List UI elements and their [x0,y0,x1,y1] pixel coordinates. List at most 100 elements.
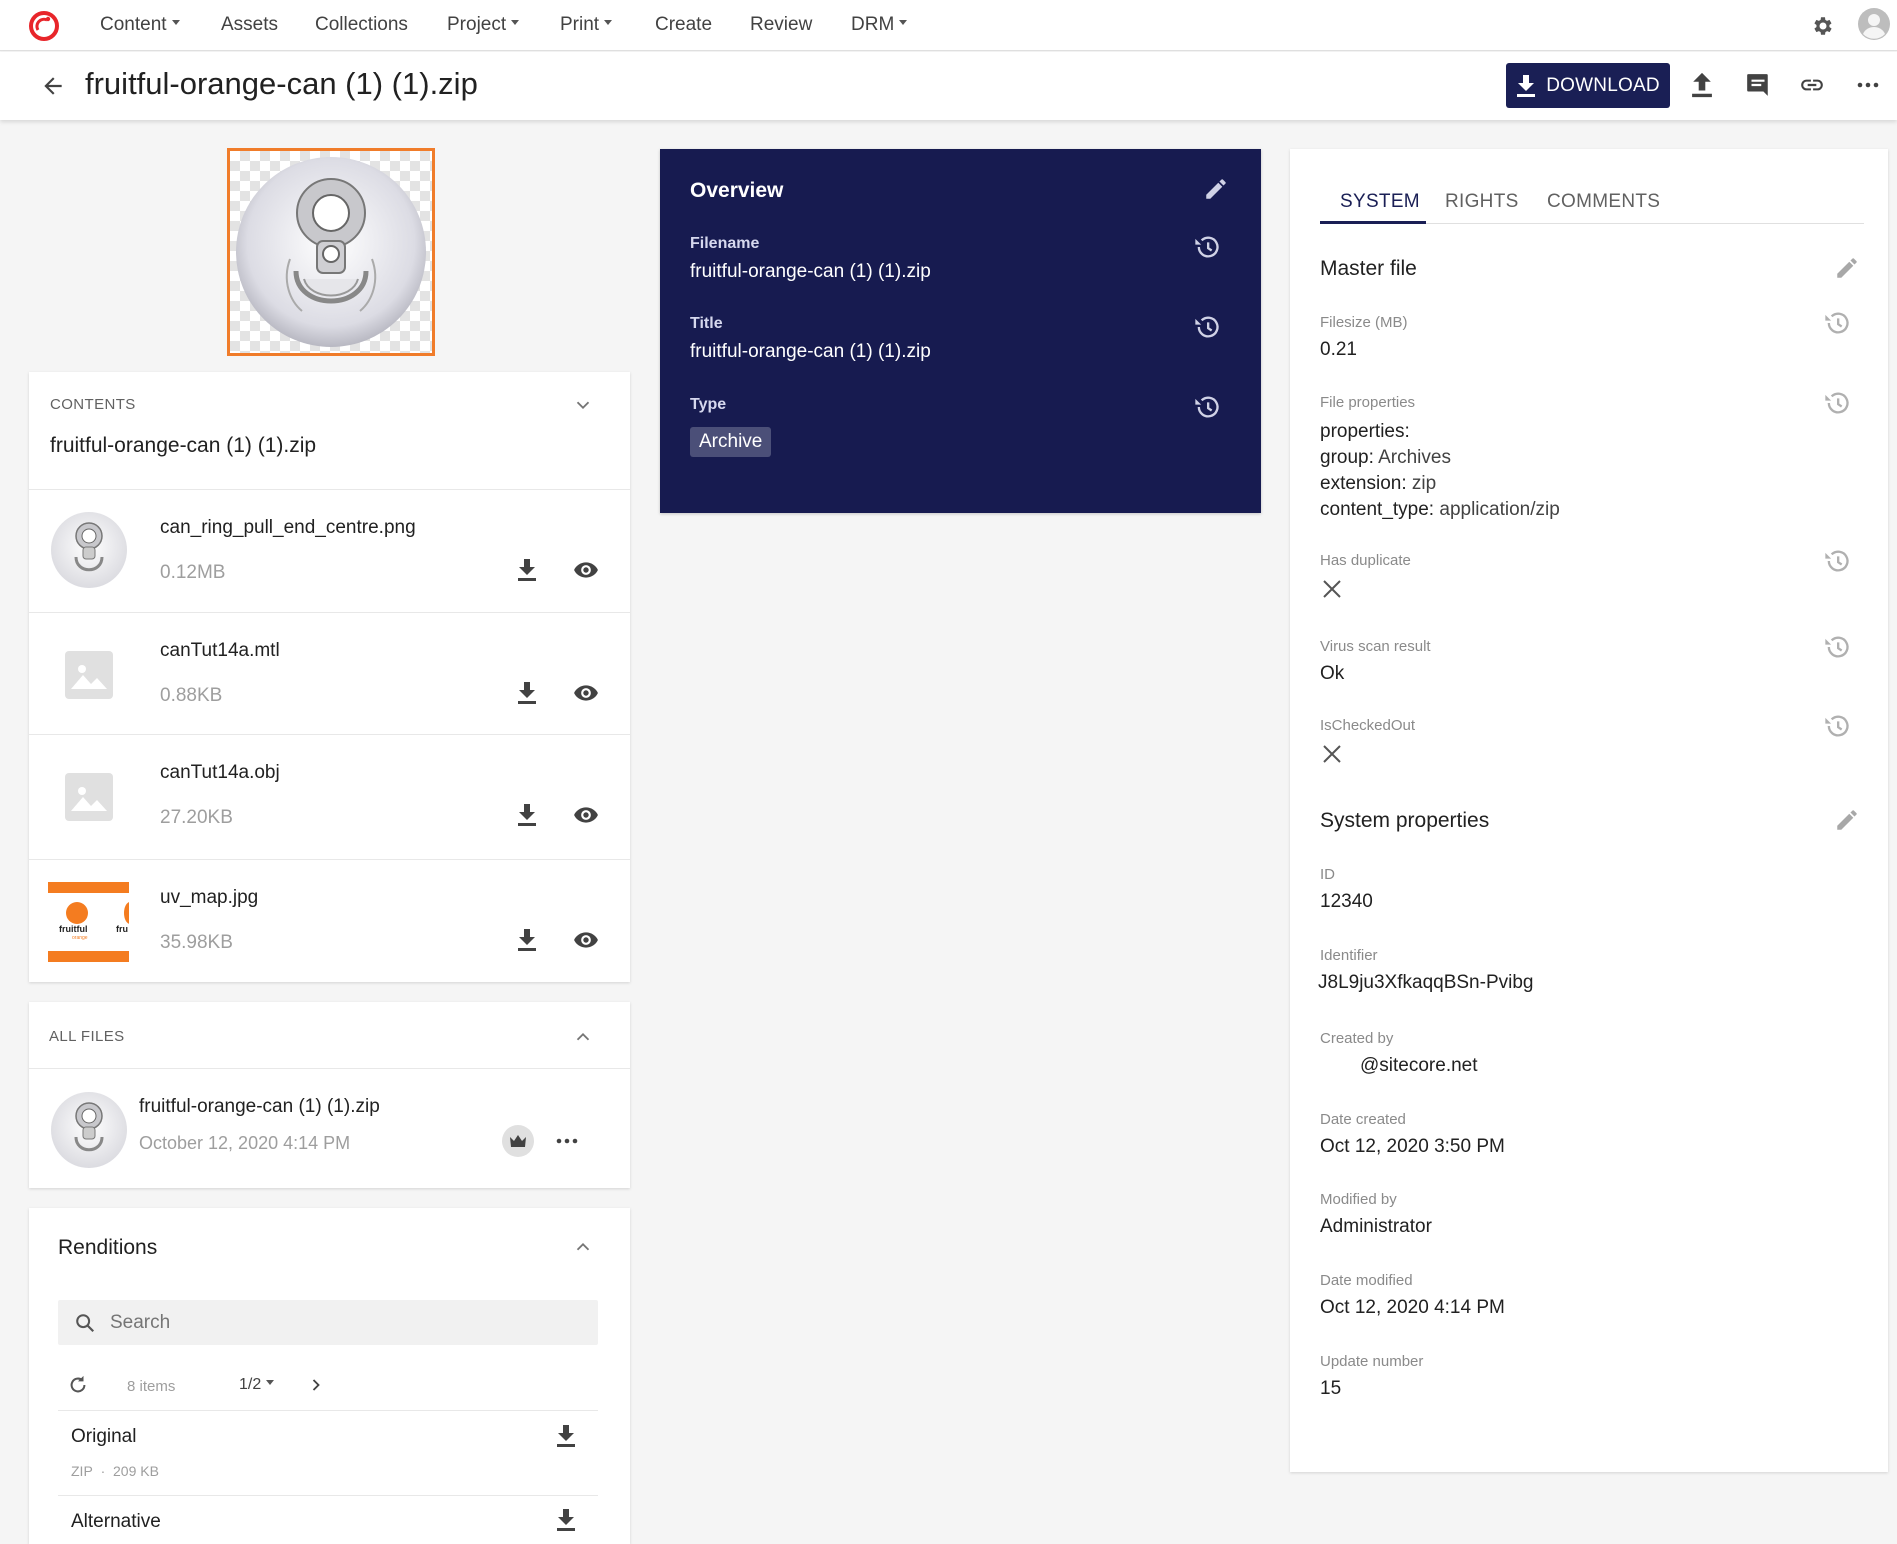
filename-label: Filename [690,235,760,252]
search-icon [74,1312,96,1334]
renditions-count: 8 items [127,1378,176,1395]
identifier-label: Identifier [1320,947,1378,964]
list-item[interactable]: canTut14a.mtl 0.88KB [29,613,630,735]
download-icon[interactable] [517,681,537,705]
date-modified-value: Oct 12, 2020 4:14 PM [1320,1297,1505,1318]
download-icon[interactable] [517,558,537,582]
virus-scan-value: Ok [1320,663,1345,684]
file-name: can_ring_pull_end_centre.png [160,517,416,538]
edit-pencil-icon[interactable] [1203,176,1229,202]
details-panel: SYSTEM RIGHTS COMMENTS Master file Files… [1290,149,1888,1472]
edit-pencil-icon[interactable] [1834,255,1860,281]
nav-item-drm[interactable]: DRM [851,14,908,36]
nav-item-collections[interactable]: Collections [315,14,408,36]
upload-icon[interactable] [1691,72,1713,98]
can-ring-pull-image [236,157,426,347]
gear-icon[interactable] [1810,14,1834,38]
chevron-up-icon[interactable] [572,1236,594,1258]
master-file-name[interactable]: fruitful-orange-can (1) (1).zip [139,1096,380,1118]
history-icon[interactable] [1823,389,1851,417]
created-by-label: Created by [1320,1030,1394,1047]
file-thumbnail[interactable] [51,1092,127,1168]
history-icon[interactable] [1193,233,1221,261]
id-label: ID [1320,866,1335,883]
history-icon[interactable] [1823,712,1851,740]
renditions-card: Renditions 8 items 1/2 Original ZIP · 20… [29,1208,630,1544]
overview-title: Overview [690,179,784,202]
chevron-down-icon [266,1380,275,1386]
date-created-value: Oct 12, 2020 3:50 PM [1320,1136,1505,1157]
list-item[interactable]: canTut14a.obj 27.20KB [29,735,630,859]
download-button[interactable]: DOWNLOAD [1506,63,1670,108]
download-icon[interactable] [556,1424,576,1448]
file-size: 0.88KB [160,685,223,706]
asset-thumbnail[interactable] [227,148,435,356]
history-icon[interactable] [1823,547,1851,575]
comment-icon[interactable] [1745,72,1771,98]
history-icon[interactable] [1193,393,1221,421]
search-input[interactable] [110,1300,580,1345]
renditions-search[interactable] [58,1300,598,1345]
list-item[interactable]: can_ring_pull_end_centre.png 0.12MB [29,490,630,612]
history-icon[interactable] [1823,633,1851,661]
filename-value: fruitful-orange-can (1) (1).zip [690,261,931,282]
top-navigation-bar [0,0,1897,51]
link-icon[interactable] [1798,72,1826,98]
chevron-down-icon [171,20,180,26]
more-options-icon[interactable] [555,1132,579,1150]
chevron-right-icon[interactable] [306,1375,326,1395]
nav-item-print[interactable]: Print [560,14,613,36]
type-badge: Archive [690,427,772,457]
overview-card: Overview Filename fruitful-orange-can (1… [660,149,1261,513]
contents-archive-name: fruitful-orange-can (1) (1).zip [50,434,317,457]
title-value: fruitful-orange-can (1) (1).zip [690,341,931,362]
eye-icon[interactable] [571,927,601,953]
list-item[interactable]: fruitful orange fru uv_map.jpg 35.98KB [29,860,630,982]
download-icon[interactable] [517,803,537,827]
refresh-icon[interactable] [67,1374,89,1396]
download-icon[interactable] [556,1508,576,1532]
history-icon[interactable] [1823,309,1851,337]
uv-thumb-brand: fruitful [59,924,88,934]
modified-by-label: Modified by [1320,1191,1397,1208]
chevron-down-icon[interactable] [572,394,594,416]
eye-icon[interactable] [571,557,601,583]
identifier-value: J8L9ju3XfkaqqBSn-Pvibg [1318,972,1534,993]
account-circle-icon[interactable] [1858,8,1890,40]
file-properties-value: properties: group: Archives extension: z… [1320,421,1560,520]
download-icon [1517,74,1536,97]
rendition-meta: ZIP · 209 KB [71,1463,159,1479]
page-select[interactable]: 1/2 [239,1376,275,1394]
file-properties-label: File properties [1320,394,1416,411]
chevron-down-icon [899,20,908,26]
file-name: uv_map.jpg [160,887,259,908]
file-name: canTut14a.obj [160,762,280,783]
has-duplicate-label: Has duplicate [1320,552,1411,569]
nav-item-create[interactable]: Create [655,14,712,36]
file-thumbnail [51,512,127,588]
close-icon [1322,744,1342,764]
nav-item-assets[interactable]: Assets [221,14,278,36]
edit-pencil-icon[interactable] [1834,807,1860,833]
date-modified-label: Date modified [1320,1272,1413,1289]
back-arrow-icon[interactable] [40,73,66,99]
uv-thumb-brand-cut: fru [116,924,128,934]
chevron-down-icon [511,20,520,26]
nav-item-review[interactable]: Review [750,14,812,36]
history-icon[interactable] [1193,313,1221,341]
file-size: 27.20KB [160,807,233,828]
chevron-up-icon[interactable] [572,1026,594,1048]
tab-rights[interactable]: RIGHTS [1445,191,1519,213]
app-logo-icon[interactable] [28,10,60,42]
nav-item-content[interactable]: Content [100,14,180,36]
eye-icon[interactable] [571,802,601,828]
download-icon[interactable] [517,928,537,952]
crown-icon[interactable] [502,1125,534,1157]
eye-icon[interactable] [571,680,601,706]
tab-system[interactable]: SYSTEM [1340,191,1420,213]
props-heading: properties: [1320,421,1410,442]
tab-comments[interactable]: COMMENTS [1547,191,1660,213]
nav-item-project[interactable]: Project [447,14,520,36]
more-options-icon[interactable] [1856,74,1880,96]
modified-by-value: Administrator [1320,1216,1432,1237]
